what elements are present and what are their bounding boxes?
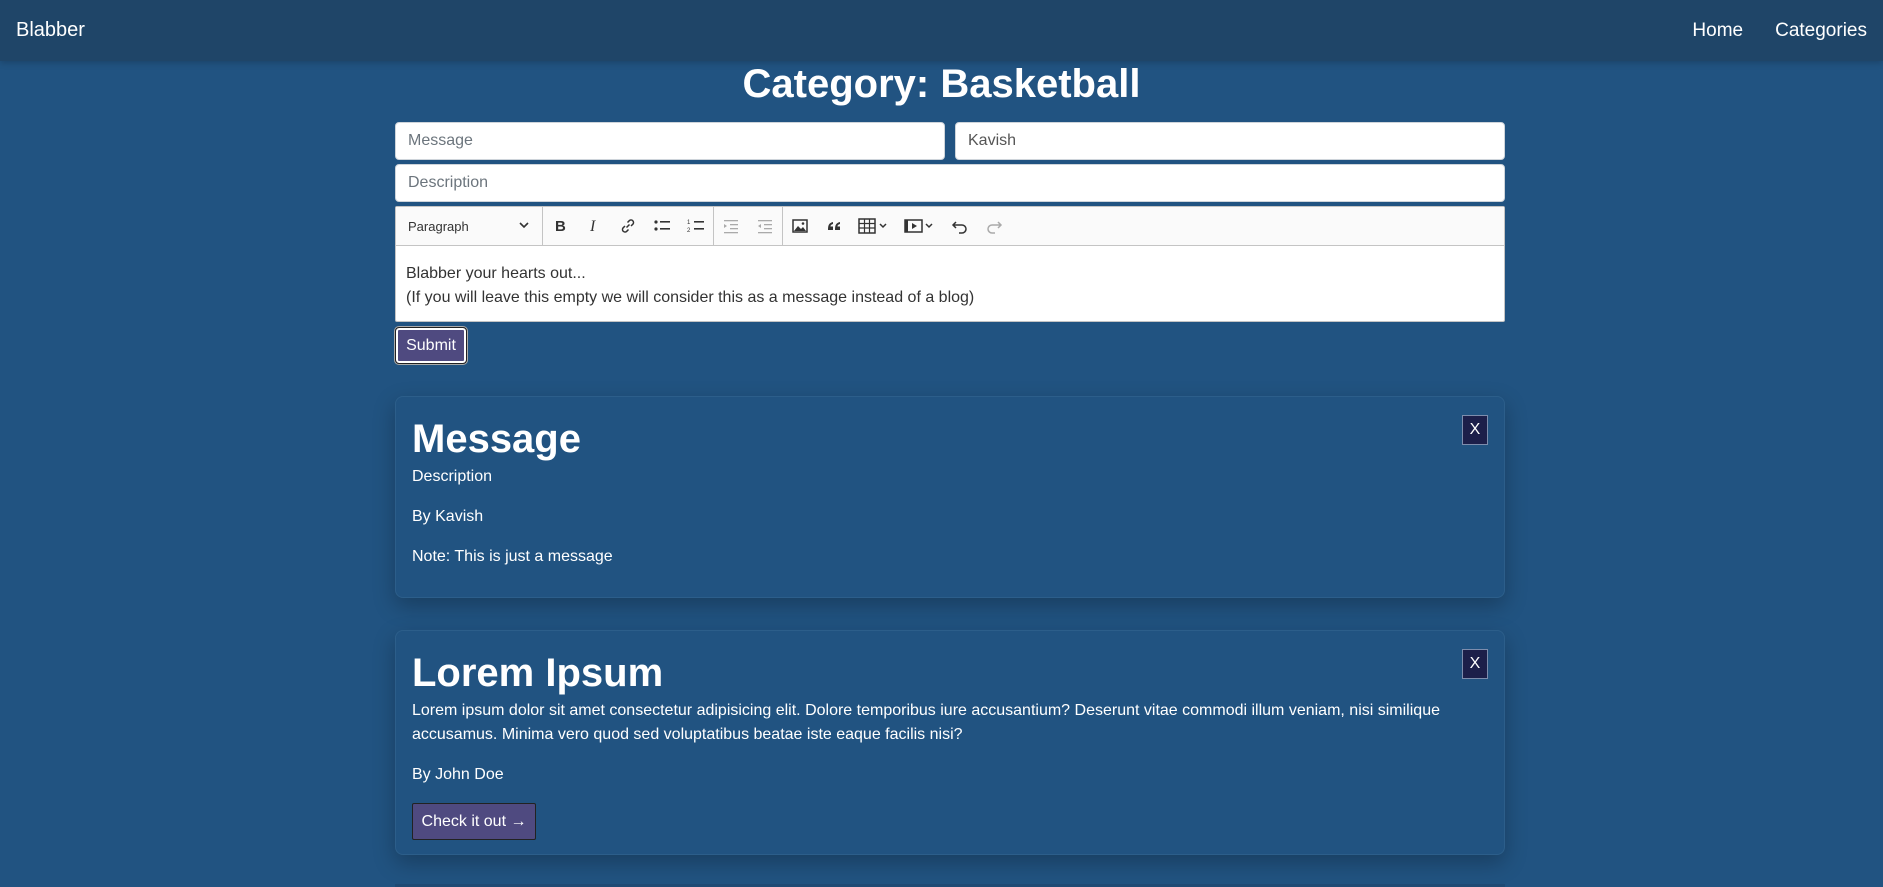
svg-text:I: I bbox=[589, 218, 596, 234]
editor-content[interactable]: Blabber your hearts out... (If you will … bbox=[396, 246, 1504, 326]
outdent-icon[interactable] bbox=[748, 207, 782, 246]
editor-placeholder-line-1: Blabber your hearts out... bbox=[406, 265, 586, 282]
post-card: X Lorem Ipsum Lorem ipsum dolor sit amet… bbox=[395, 630, 1505, 855]
svg-text:2: 2 bbox=[687, 228, 691, 234]
italic-icon[interactable]: I bbox=[577, 207, 611, 246]
post-title: Message bbox=[412, 417, 581, 461]
post-note: Note: This is just a message bbox=[412, 548, 613, 565]
message-input[interactable] bbox=[395, 122, 945, 160]
page-title: Category: Basketball bbox=[742, 62, 1141, 106]
post-description: Description bbox=[412, 468, 493, 485]
image-icon[interactable] bbox=[783, 207, 817, 246]
nav-link-categories[interactable]: Categories bbox=[1775, 20, 1867, 42]
table-icon[interactable] bbox=[851, 207, 897, 246]
nav-link-home[interactable]: Home bbox=[1692, 20, 1743, 42]
submit-button[interactable]: Submit bbox=[395, 327, 467, 364]
description-input[interactable] bbox=[395, 164, 1505, 202]
delete-post-button[interactable]: X bbox=[1462, 415, 1488, 445]
bold-icon[interactable]: B bbox=[543, 207, 577, 246]
svg-text:1: 1 bbox=[687, 220, 691, 226]
indent-icon[interactable] bbox=[714, 207, 748, 246]
editor-placeholder-line-2: (If you will leave this empty we will co… bbox=[406, 289, 975, 306]
post-card: X Message Description By Kavish Note: Th… bbox=[395, 396, 1505, 598]
nav-links: Home Categories bbox=[1692, 20, 1867, 42]
bulleted-list-icon[interactable] bbox=[645, 207, 679, 246]
editor-toolbar: Paragraph B I 12 bbox=[396, 206, 1504, 246]
post-author: By Kavish bbox=[412, 508, 484, 525]
delete-post-button[interactable]: X bbox=[1462, 649, 1488, 679]
media-embed-icon[interactable] bbox=[897, 207, 943, 246]
chevron-down-icon bbox=[518, 219, 530, 234]
blockquote-icon[interactable] bbox=[817, 207, 851, 246]
post-author: By John Doe bbox=[412, 766, 504, 783]
heading-select-label: Paragraph bbox=[408, 218, 469, 234]
svg-text:B: B bbox=[555, 218, 566, 234]
check-it-out-button[interactable]: Check it out → bbox=[412, 803, 536, 840]
navbar: Blabber Home Categories bbox=[0, 0, 1883, 61]
undo-icon[interactable] bbox=[943, 207, 977, 246]
rich-text-editor: Paragraph B I 12 Blabber your hearts out… bbox=[395, 206, 1505, 322]
numbered-list-icon[interactable]: 12 bbox=[679, 207, 713, 246]
link-icon[interactable] bbox=[611, 207, 645, 246]
post-title: Lorem Ipsum bbox=[412, 651, 664, 695]
heading-select[interactable]: Paragraph bbox=[396, 207, 542, 245]
brand-logo[interactable]: Blabber bbox=[16, 19, 85, 42]
author-input[interactable] bbox=[955, 122, 1505, 160]
post-description: Lorem ipsum dolor sit amet consectetur a… bbox=[412, 702, 1440, 743]
redo-icon[interactable] bbox=[977, 207, 1011, 246]
